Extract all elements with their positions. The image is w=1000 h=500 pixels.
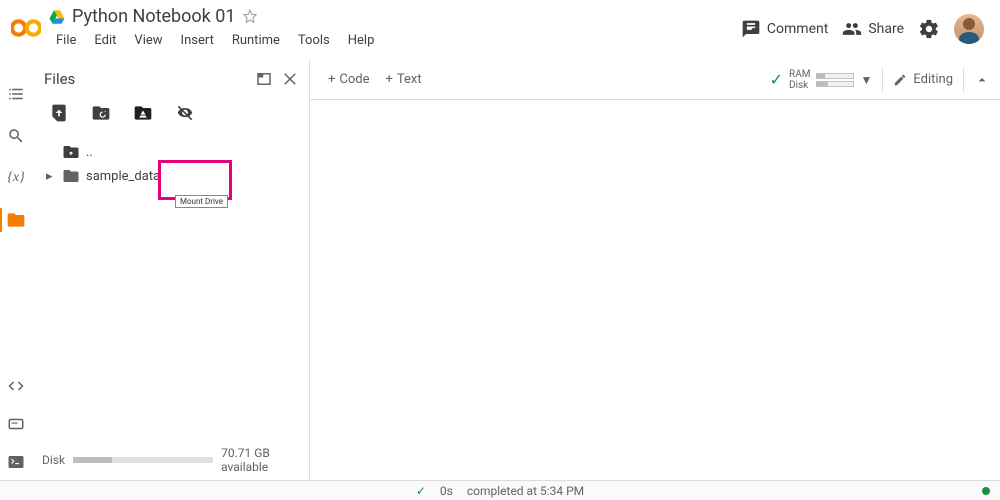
- folder-icon: [62, 167, 80, 185]
- code-snippets-icon[interactable]: [6, 376, 26, 396]
- add-code-button[interactable]: + Code: [320, 68, 378, 91]
- collapse-icon[interactable]: [974, 72, 990, 88]
- main-area: + Code + Text ✓ RAM Disk: [310, 60, 1000, 480]
- toolbar-right: ✓ RAM Disk ▼ Editing: [770, 68, 990, 92]
- menu-runtime[interactable]: Runtime: [224, 29, 288, 52]
- tree-folder-label: sample_data: [86, 169, 160, 184]
- app-header: Python Notebook 01 File Edit View Insert…: [0, 0, 1000, 60]
- ram-label: RAM: [789, 69, 810, 80]
- body: {x} Files Mount Drive ..: [0, 60, 1000, 480]
- notebook-canvas[interactable]: [310, 100, 1000, 480]
- editing-label: Editing: [913, 72, 953, 87]
- toggle-hidden-icon[interactable]: [174, 102, 196, 124]
- disk-label: Disk: [789, 80, 810, 91]
- disk-footer: Disk 70.71 GB available: [32, 440, 309, 480]
- left-rail: {x}: [0, 60, 32, 480]
- notebook-title[interactable]: Python Notebook 01: [72, 6, 235, 27]
- close-icon[interactable]: [281, 70, 299, 88]
- tree-parent-label: ..: [86, 145, 93, 160]
- plus-icon: +: [386, 72, 393, 87]
- folder-up-icon: [62, 143, 80, 161]
- menu-edit[interactable]: Edit: [86, 29, 124, 52]
- disk-available: 70.71 GB available: [221, 446, 299, 474]
- toc-icon[interactable]: [6, 84, 26, 104]
- disk-bar: [73, 457, 213, 463]
- resource-indicator[interactable]: ✓ RAM Disk ▼: [770, 69, 873, 91]
- refresh-icon[interactable]: [90, 102, 112, 124]
- star-icon[interactable]: [241, 8, 259, 26]
- header-actions: Comment Share: [741, 14, 992, 44]
- variables-icon[interactable]: {x}: [6, 168, 26, 188]
- tree-folder[interactable]: ▸ sample_data: [46, 164, 309, 188]
- search-icon[interactable]: [6, 126, 26, 146]
- pencil-icon: [893, 73, 907, 87]
- mount-drive-icon[interactable]: [132, 102, 154, 124]
- add-text-button[interactable]: + Text: [378, 68, 430, 91]
- share-label: Share: [868, 21, 904, 37]
- connection-dot: [982, 487, 990, 495]
- check-icon: ✓: [770, 70, 783, 89]
- files-panel: Files Mount Drive .. ▸ sample_data: [32, 60, 310, 480]
- divider: [963, 68, 964, 92]
- ram-bar: [816, 73, 854, 79]
- disk-bar-small: [816, 81, 854, 87]
- plus-icon: +: [328, 72, 335, 87]
- new-window-icon[interactable]: [255, 70, 273, 88]
- caret-down-icon[interactable]: ▼: [860, 73, 872, 87]
- avatar[interactable]: [954, 14, 984, 44]
- menu-file[interactable]: File: [48, 29, 84, 52]
- menu-bar: File Edit View Insert Runtime Tools Help: [48, 29, 741, 52]
- command-palette-icon[interactable]: [6, 414, 26, 434]
- files-icon[interactable]: [6, 210, 26, 230]
- file-tree: .. ▸ sample_data: [32, 132, 309, 188]
- comment-button[interactable]: Comment: [741, 19, 828, 39]
- colab-logo[interactable]: [8, 10, 44, 46]
- menu-tools[interactable]: Tools: [290, 29, 338, 52]
- menu-view[interactable]: View: [126, 29, 170, 52]
- editing-mode-button[interactable]: Editing: [893, 72, 953, 87]
- status-time: 0s: [440, 484, 453, 498]
- mount-drive-tooltip: Mount Drive: [175, 195, 228, 208]
- disk-label: Disk: [42, 453, 65, 467]
- share-button[interactable]: Share: [842, 19, 904, 39]
- terminal-icon[interactable]: [6, 452, 26, 472]
- people-icon: [842, 19, 862, 39]
- comment-label: Comment: [767, 21, 828, 37]
- cell-toolbar: + Code + Text ✓ RAM Disk: [310, 60, 1000, 100]
- files-title: Files: [44, 70, 255, 88]
- menu-insert[interactable]: Insert: [173, 29, 222, 52]
- title-area: Python Notebook 01 File Edit View Insert…: [48, 6, 741, 52]
- upload-icon[interactable]: [48, 102, 70, 124]
- status-bar: ✓ 0s completed at 5:34 PM: [0, 480, 1000, 500]
- files-toolbar: [32, 94, 309, 132]
- divider: [882, 68, 883, 92]
- comment-icon: [741, 19, 761, 39]
- status-message: completed at 5:34 PM: [467, 484, 584, 498]
- drive-icon: [48, 8, 66, 26]
- tree-parent[interactable]: ..: [46, 140, 309, 164]
- gear-icon[interactable]: [918, 18, 940, 40]
- menu-help[interactable]: Help: [340, 29, 383, 52]
- add-text-label: Text: [397, 72, 422, 87]
- add-code-label: Code: [339, 72, 369, 87]
- check-icon: ✓: [416, 484, 426, 498]
